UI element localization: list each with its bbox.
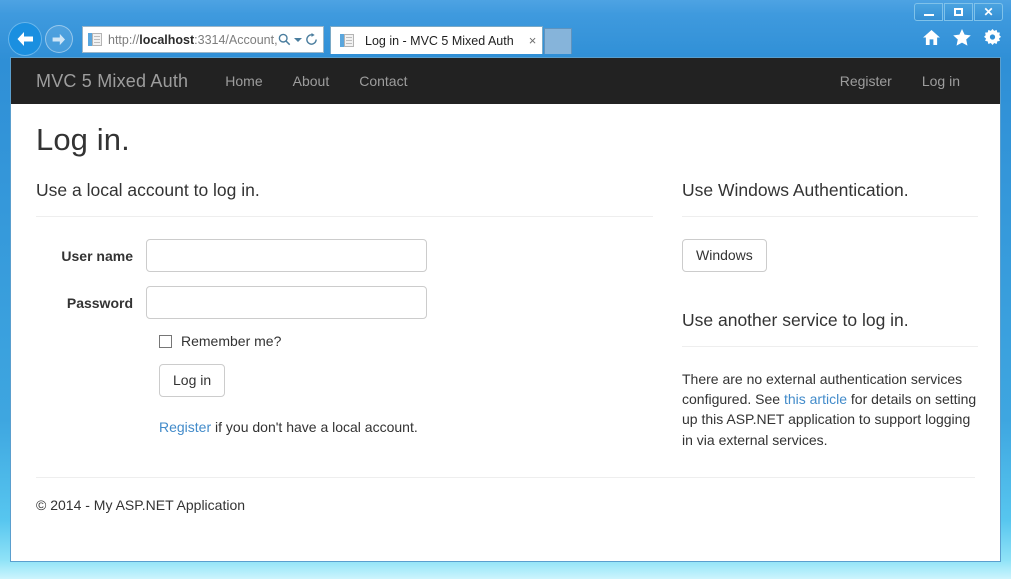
site-brand[interactable]: MVC 5 Mixed Auth bbox=[36, 71, 188, 92]
address-bar-icons bbox=[278, 33, 321, 46]
nav-link-login[interactable]: Log in bbox=[907, 73, 975, 89]
site-navbar: MVC 5 Mixed Auth Home About Contact Regi… bbox=[11, 58, 1000, 104]
url-text: http://localhost:3314/Account, bbox=[108, 32, 278, 47]
local-login-heading: Use a local account to log in. bbox=[36, 180, 260, 200]
login-submit-button[interactable]: Log in bbox=[159, 364, 226, 397]
address-bar[interactable]: http://localhost:3314/Account, bbox=[82, 26, 324, 53]
browser-tab-active[interactable]: Log in - MVC 5 Mixed Auth × bbox=[330, 26, 544, 54]
nav-link-contact[interactable]: Contact bbox=[344, 73, 422, 89]
external-login-column: Use Windows Authentication. Windows Use … bbox=[682, 180, 978, 450]
maximize-button[interactable] bbox=[944, 3, 973, 21]
page-content: Log in. Use a local account to log in. U… bbox=[11, 104, 1000, 513]
form-actions: Remember me? Log in Register if you don'… bbox=[146, 333, 653, 435]
password-input[interactable] bbox=[146, 286, 427, 319]
local-divider bbox=[36, 216, 653, 217]
nav-links-left: Home About Contact bbox=[210, 73, 422, 89]
column-spacer bbox=[653, 180, 682, 450]
password-label: Password bbox=[66, 294, 133, 311]
tab-page-icon bbox=[340, 33, 356, 49]
forward-button[interactable] bbox=[45, 25, 73, 53]
forward-arrow-icon bbox=[52, 33, 65, 45]
nav-link-about[interactable]: About bbox=[278, 73, 345, 89]
username-input[interactable] bbox=[146, 239, 427, 272]
register-prompt: Register if you don't have a local accou… bbox=[159, 419, 653, 435]
register-link[interactable]: Register bbox=[159, 419, 211, 435]
tab-title: Log in - MVC 5 Mixed Auth bbox=[365, 33, 514, 48]
tab-close-icon[interactable]: × bbox=[529, 34, 537, 47]
windows-auth-button[interactable]: Windows bbox=[682, 239, 767, 272]
search-icon[interactable] bbox=[278, 33, 291, 46]
refresh-icon[interactable] bbox=[305, 33, 318, 46]
home-icon[interactable] bbox=[923, 30, 940, 45]
local-login-column: Use a local account to log in. User name… bbox=[36, 180, 653, 450]
minimize-icon bbox=[923, 13, 934, 16]
windows-auth-heading: Use Windows Authentication. bbox=[682, 180, 909, 200]
star-icon[interactable] bbox=[953, 29, 971, 46]
password-row: Password bbox=[36, 286, 653, 319]
browser-window: ✕ http://localhost:3314/Account, Log in … bbox=[0, 0, 1011, 579]
browser-titlebar: ✕ http://localhost:3314/Account, Log in … bbox=[0, 0, 1011, 57]
minimize-button[interactable] bbox=[914, 3, 943, 21]
close-icon: ✕ bbox=[983, 5, 994, 19]
external-services-divider bbox=[682, 345, 978, 347]
tab-strip: Log in - MVC 5 Mixed Auth × bbox=[330, 26, 573, 54]
nav-link-home[interactable]: Home bbox=[210, 73, 277, 89]
username-label: User name bbox=[61, 247, 133, 264]
register-prompt-text: if you don't have a local account. bbox=[211, 418, 418, 435]
nav-link-register[interactable]: Register bbox=[825, 73, 907, 89]
browser-toolbar-icons bbox=[923, 29, 1001, 46]
username-row: User name bbox=[36, 239, 653, 272]
nav-links-right: Register Log in bbox=[825, 73, 975, 89]
remember-me-label: Remember me? bbox=[181, 333, 282, 349]
remember-me-row[interactable]: Remember me? bbox=[159, 333, 653, 349]
this-article-link[interactable]: this article bbox=[784, 391, 847, 407]
page-document-icon bbox=[88, 32, 104, 48]
external-services-text: There are no external authentication ser… bbox=[682, 369, 978, 450]
back-button[interactable] bbox=[8, 22, 42, 56]
close-button[interactable]: ✕ bbox=[974, 3, 1003, 21]
external-services-heading: Use another service to log in. bbox=[682, 309, 909, 330]
footer-text: © 2014 - My ASP.NET Application bbox=[36, 496, 246, 513]
maximize-icon bbox=[954, 8, 963, 16]
remember-me-checkbox[interactable] bbox=[159, 334, 172, 348]
navigation-arrows bbox=[8, 22, 73, 56]
window-controls: ✕ bbox=[914, 3, 1003, 21]
page-title: Log in. bbox=[36, 122, 130, 157]
page-viewport: MVC 5 Mixed Auth Home About Contact Regi… bbox=[10, 57, 1001, 562]
chevron-down-icon[interactable] bbox=[294, 37, 302, 43]
gear-icon[interactable] bbox=[984, 29, 1001, 46]
content-columns: Use a local account to log in. User name… bbox=[36, 180, 978, 450]
new-tab-button[interactable] bbox=[544, 28, 573, 54]
windows-auth-divider bbox=[682, 216, 978, 217]
back-arrow-icon bbox=[17, 32, 33, 46]
